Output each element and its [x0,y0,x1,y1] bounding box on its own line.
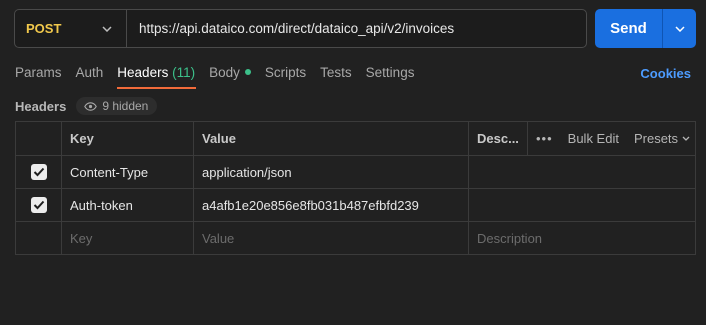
description-column-header: Desc... [468,121,528,156]
request-tabs: Params Auth Headers (11) Body Scripts Te… [15,63,428,89]
header-key-cell[interactable]: Content-Type [61,155,194,189]
row-checkbox[interactable] [30,164,47,180]
row-checkbox-cell [15,155,62,189]
tab-settings[interactable]: Settings [366,63,415,89]
send-button[interactable]: Send [595,9,662,48]
key-column-header: Key [61,121,194,156]
tab-scripts[interactable]: Scripts [265,63,306,89]
chevron-down-icon [102,25,112,32]
tab-params[interactable]: Params [15,63,62,89]
checkbox-column-header [15,121,62,156]
tab-headers[interactable]: Headers (11) [117,63,196,89]
header-description-cell[interactable] [468,155,696,189]
url-input[interactable]: https://api.dataico.com/direct/dataico_a… [127,21,454,36]
tab-label: Body [209,65,240,80]
header-value-cell[interactable]: a4afb1e20e856e8fb031b487efbfd239 [193,188,469,222]
table-row: Content-Type application/json [15,155,696,189]
more-options-icon[interactable]: ••• [536,131,553,146]
send-options-button[interactable] [663,9,696,48]
bulk-edit-button[interactable]: Bulk Edit [568,131,619,146]
new-key-input[interactable]: Key [61,221,194,255]
hidden-headers-toggle[interactable]: 9 hidden [76,97,158,115]
new-value-input[interactable]: Value [193,221,469,255]
tab-label: Auth [75,65,104,80]
send-button-group: Send [595,9,696,48]
header-value-cell[interactable]: application/json [193,155,469,189]
checkmark-icon [33,200,44,210]
headers-section-header: Headers 9 hidden [15,96,158,116]
new-description-input[interactable]: Description [468,221,696,255]
presets-dropdown[interactable]: Presets [634,131,690,146]
row-checkbox-cell [15,188,62,222]
checkmark-icon [33,167,44,177]
header-key-cell[interactable]: Auth-token [61,188,194,222]
table-header-row: Key Value Desc... ••• Bulk Edit Presets [15,121,696,156]
value-column-header: Value [193,121,469,156]
tab-body[interactable]: Body [209,63,251,89]
table-actions: ••• Bulk Edit Presets [527,121,696,156]
method-select[interactable]: POST [15,10,127,47]
cookies-link[interactable]: Cookies [640,66,691,81]
headers-count: (11) [172,65,196,80]
section-title: Headers [15,98,67,114]
tab-label: Params [15,65,62,80]
hidden-count-label: 9 hidden [102,99,149,113]
tab-label: Settings [365,65,415,80]
row-checkbox[interactable] [30,197,47,213]
tab-label: Scripts [264,65,307,80]
tab-label: Tests [320,65,352,80]
table-row-new: Key Value Description [15,221,696,255]
table-row: Auth-token a4afb1e20e856e8fb031b487efbfd… [15,188,696,222]
chevron-down-icon [674,25,685,32]
presets-label: Presets [633,131,679,146]
body-indicator-dot [244,69,251,75]
tab-label: Headers [117,65,169,80]
tab-auth[interactable]: Auth [76,63,104,89]
method-label: POST [26,21,62,36]
headers-table: Key Value Desc... ••• Bulk Edit Presets … [15,121,696,255]
header-description-cell[interactable] [468,188,696,222]
row-checkbox-cell [15,221,62,255]
request-url-bar: POST https://api.dataico.com/direct/data… [14,9,587,48]
eye-icon [84,101,98,111]
tab-tests[interactable]: Tests [320,63,352,89]
chevron-down-icon [682,136,690,141]
